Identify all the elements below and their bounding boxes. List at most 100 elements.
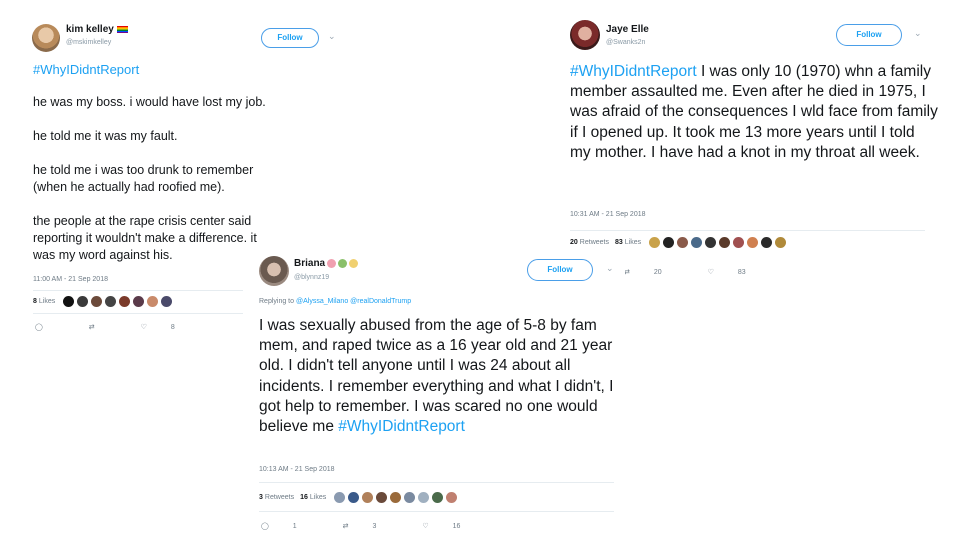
liker-avatars bbox=[63, 296, 175, 307]
likes-count[interactable]: 8 bbox=[33, 298, 37, 305]
chevron-down-icon[interactable]: ⌄ bbox=[914, 28, 922, 39]
user-handle[interactable]: @mskimkelley bbox=[66, 39, 111, 46]
liker-avatars bbox=[649, 237, 789, 248]
heart-icon: ♡ bbox=[707, 269, 714, 276]
retweet-action[interactable]: ⇄ bbox=[89, 324, 117, 331]
liker-avatar[interactable] bbox=[161, 296, 173, 307]
liker-avatar[interactable] bbox=[105, 296, 117, 307]
tweet-text: he was my boss. i would have lost my job… bbox=[33, 95, 266, 262]
rainbow-flag-icon bbox=[116, 25, 128, 33]
tweet-actions: ◯ 1 ⇄ 3 ♡ 16 bbox=[261, 522, 504, 530]
liker-avatar[interactable] bbox=[705, 237, 717, 248]
retweet-icon: ⇄ bbox=[342, 523, 349, 530]
divider bbox=[570, 230, 925, 231]
chevron-down-icon[interactable]: ⌄ bbox=[606, 263, 614, 274]
tweet-text: I was sexually abused from the age of 5-… bbox=[259, 316, 621, 437]
reply-action[interactable]: ◯ 1 bbox=[261, 523, 319, 530]
user-handle[interactable]: @blynnz19 bbox=[294, 274, 329, 281]
liker-avatar[interactable] bbox=[649, 237, 661, 248]
reply-users-link[interactable]: @Alyssa_Milano @realDonaldTrump bbox=[296, 298, 411, 305]
likes-label[interactable]: Likes bbox=[39, 298, 55, 305]
retweets-label[interactable]: Retweets bbox=[580, 239, 609, 246]
like-count: 16 bbox=[452, 523, 461, 530]
divider bbox=[33, 290, 243, 291]
likes-label[interactable]: Likes bbox=[310, 494, 326, 501]
heart-icon: ♡ bbox=[422, 523, 429, 530]
tweet-timestamp[interactable]: 10:31 AM - 21 Sep 2018 bbox=[570, 211, 646, 218]
retweets-count[interactable]: 20 bbox=[570, 239, 578, 246]
flower-icon bbox=[327, 258, 337, 268]
chevron-down-icon[interactable]: ⌄ bbox=[328, 31, 336, 42]
retweet-action[interactable]: ⇄ 3 bbox=[343, 523, 399, 530]
reply-icon: ◯ bbox=[35, 324, 43, 331]
tweet-header: Jaye Elle @Swanks2n Follow ⌄ bbox=[562, 12, 942, 52]
liker-avatar[interactable] bbox=[432, 492, 444, 503]
tweet-timestamp[interactable]: 10:13 AM - 21 Sep 2018 bbox=[259, 466, 335, 473]
display-name[interactable]: kim kelley bbox=[66, 24, 128, 35]
leaf-icon bbox=[338, 258, 348, 268]
liker-avatar[interactable] bbox=[733, 237, 745, 248]
liker-avatar[interactable] bbox=[775, 237, 787, 248]
tweet-timestamp[interactable]: 11:00 AM - 21 Sep 2018 bbox=[33, 276, 108, 283]
tweet-header: kim kelley @mskimkelley Follow ⌄ bbox=[22, 18, 352, 58]
retweet-count: 3 bbox=[372, 523, 377, 530]
like-action[interactable]: ♡ 8 bbox=[141, 324, 197, 331]
like-count: 8 bbox=[170, 324, 175, 331]
follow-button[interactable]: Follow bbox=[836, 24, 902, 46]
like-action[interactable]: ♡ 83 bbox=[708, 269, 768, 276]
likes-label[interactable]: Likes bbox=[625, 239, 641, 246]
liker-avatar[interactable] bbox=[334, 492, 346, 503]
liker-avatar[interactable] bbox=[119, 296, 131, 307]
tweet-actions: ⇄ 20 ♡ 83 bbox=[624, 268, 790, 276]
retweets-count[interactable]: 3 bbox=[259, 494, 263, 501]
avatar[interactable] bbox=[259, 256, 289, 286]
retweet-count: 20 bbox=[653, 269, 662, 276]
liker-avatar[interactable] bbox=[418, 492, 430, 503]
tweet-hashtag[interactable]: #WhyIDidntReport bbox=[338, 418, 465, 435]
display-name[interactable]: Jaye Elle bbox=[606, 24, 649, 35]
like-action[interactable]: ♡ 16 bbox=[422, 523, 482, 530]
liker-avatar[interactable] bbox=[376, 492, 388, 503]
liker-avatar[interactable] bbox=[719, 237, 731, 248]
retweet-action[interactable]: ⇄ 20 bbox=[624, 269, 684, 276]
liker-avatar[interactable] bbox=[404, 492, 416, 503]
liker-avatar[interactable] bbox=[663, 237, 675, 248]
retweet-icon: ⇄ bbox=[88, 324, 95, 331]
liker-avatar[interactable] bbox=[677, 237, 689, 248]
liker-avatar[interactable] bbox=[362, 492, 374, 503]
tweet-hashtag[interactable]: #WhyIDidntReport bbox=[570, 63, 697, 80]
reply-action[interactable]: ◯ bbox=[35, 324, 65, 331]
follow-button[interactable]: Follow bbox=[527, 259, 593, 281]
tweet-card-briana: Briana @blynnz19 Follow ⌄ Replying to @A… bbox=[250, 248, 625, 540]
liker-avatar[interactable] bbox=[91, 296, 103, 307]
liker-avatar[interactable] bbox=[691, 237, 703, 248]
liker-avatar[interactable] bbox=[747, 237, 759, 248]
liker-avatar[interactable] bbox=[133, 296, 145, 307]
heart-icon: ♡ bbox=[140, 324, 147, 331]
replying-to: Replying to @Alyssa_Milano @realDonaldTr… bbox=[259, 298, 412, 305]
tweet-actions: ◯ ⇄ ♡ 8 bbox=[35, 323, 219, 331]
likes-count[interactable]: 83 bbox=[615, 239, 623, 246]
liker-avatar[interactable] bbox=[63, 296, 75, 307]
tweet-stats: 20 Retweets 83 Likes bbox=[570, 237, 789, 248]
like-count: 83 bbox=[737, 269, 746, 276]
user-handle[interactable]: @Swanks2n bbox=[606, 39, 645, 46]
display-name[interactable]: Briana bbox=[294, 258, 359, 269]
liker-avatar[interactable] bbox=[446, 492, 458, 503]
reply-count: 1 bbox=[292, 523, 297, 530]
tweet-hashtag[interactable]: #WhyIDidntReport bbox=[33, 62, 139, 77]
tweet-text: #WhyIDidntReport I was only 10 (1970) wh… bbox=[570, 62, 938, 163]
divider bbox=[259, 511, 614, 512]
avatar[interactable] bbox=[570, 20, 600, 50]
tweet-header: Briana @blynnz19 Follow ⌄ bbox=[250, 248, 625, 288]
blossom-icon bbox=[349, 258, 359, 268]
liker-avatar[interactable] bbox=[77, 296, 89, 307]
liker-avatar[interactable] bbox=[390, 492, 402, 503]
follow-button[interactable]: Follow bbox=[261, 28, 319, 48]
liker-avatar[interactable] bbox=[147, 296, 159, 307]
liker-avatar[interactable] bbox=[761, 237, 773, 248]
likes-count[interactable]: 16 bbox=[300, 494, 308, 501]
liker-avatar[interactable] bbox=[348, 492, 360, 503]
retweets-label[interactable]: Retweets bbox=[265, 494, 294, 501]
avatar[interactable] bbox=[32, 24, 60, 52]
